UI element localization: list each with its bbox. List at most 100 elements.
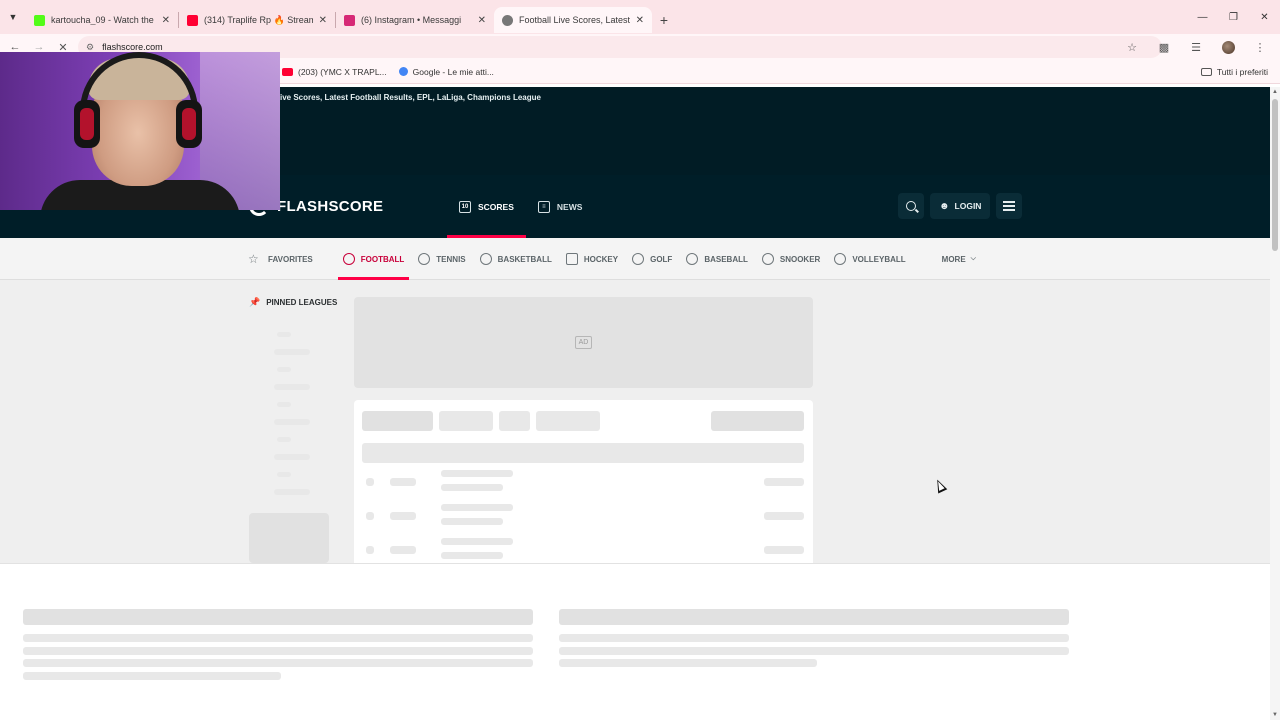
url-text: flashscore.com [102, 42, 163, 52]
skeleton-checkbox [366, 546, 374, 554]
browser-tab-flashscore[interactable]: Football Live Scores, Latest Foo ✕ [494, 7, 652, 33]
close-window-icon[interactable]: ✕ [1249, 0, 1280, 34]
bookmark-item-google[interactable]: Google - Le mie atti... [393, 62, 500, 82]
sport-label: TENNIS [436, 254, 466, 264]
header-actions: ☻ LOGIN [898, 193, 1028, 219]
restore-icon[interactable]: ❐ [1218, 0, 1249, 34]
sport-label: VOLLEYBALL [852, 254, 906, 264]
hamburger-menu-button[interactable] [996, 193, 1023, 219]
search-button[interactable] [898, 193, 924, 219]
skeleton-team [441, 484, 503, 491]
basketball-icon [479, 253, 492, 265]
scroll-up-icon[interactable]: ▲ [1272, 89, 1278, 95]
skeleton-score [764, 512, 804, 520]
bookmark-item-youtube[interactable]: (203) (YMC X TRAPL... [276, 62, 393, 82]
browser-menu-icon[interactable]: ⋮ [1244, 35, 1276, 59]
chevron-down-icon: ⌵ [970, 255, 976, 262]
sport-item-more[interactable]: MORE ⌵ [937, 238, 981, 280]
skeleton-line [23, 647, 533, 655]
new-tab-button[interactable]: + [652, 7, 676, 33]
sport-item-tennis[interactable]: TENNIS [413, 238, 470, 280]
nav-news[interactable]: ≡ NEWS [526, 175, 595, 238]
sport-item-hockey[interactable]: HOCKEY [561, 238, 623, 280]
login-label: LOGIN [954, 201, 982, 211]
sport-item-football[interactable]: FOOTBALL [337, 238, 410, 280]
ad-label: AD [574, 336, 593, 349]
tab-search-icon[interactable]: ▼ [0, 0, 26, 34]
scrollbar-thumb[interactable] [1272, 99, 1278, 251]
bookmark-star-icon[interactable]: ☆ [1116, 35, 1148, 59]
media-controls-icon[interactable]: ☰ [1180, 35, 1212, 59]
bookmark-label: (203) (YMC X TRAPL... [298, 66, 387, 77]
sport-item-snooker[interactable]: SNOOKER [757, 238, 825, 280]
browser-tabstrip: ▼ kartoucha_09 - Watch the VOD ✕ (314) T… [0, 0, 1280, 34]
close-tab-icon[interactable]: ✕ [636, 15, 644, 26]
skeleton-checkbox [366, 512, 374, 520]
sport-item-golf[interactable]: GOLF [627, 238, 677, 280]
sport-label: BASKETBALL [497, 254, 552, 264]
toolbar-actions: ☆ ▩ ☰ ⋮ [1116, 35, 1276, 59]
sport-item-volleyball[interactable]: VOLLEYBALL [829, 238, 910, 280]
skeleton-team [441, 552, 503, 559]
browser-tab-youtube[interactable]: (314) Traplife Rp 🔥 Streamers ✕ [179, 7, 335, 33]
kick-favicon-icon [34, 14, 45, 26]
tab-title: kartoucha_09 - Watch the VOD [51, 15, 156, 25]
login-button[interactable]: ☻ LOGIN [930, 193, 991, 219]
minimize-icon[interactable]: — [1187, 0, 1218, 34]
pinned-leagues-label: PINNED LEAGUES [266, 298, 338, 307]
pinned-leagues-header: 📌 PINNED LEAGUES [249, 297, 337, 308]
user-icon: ☻ [939, 200, 950, 212]
google-bookmark-icon [398, 67, 408, 76]
browser-tab-instagram[interactable]: (6) Instagram • Messaggi ✕ [336, 7, 494, 33]
nav-scores[interactable]: 10 SCORES [447, 175, 526, 238]
profile-avatar[interactable] [1212, 35, 1244, 59]
sport-label: FAVORITES [268, 254, 313, 264]
snooker-icon [761, 253, 774, 265]
avatar [1221, 40, 1235, 54]
skeleton-time [390, 478, 416, 486]
ad-slot: AD [354, 297, 813, 388]
skeleton-league-row [362, 443, 804, 463]
skeleton-tab [439, 411, 493, 431]
scoreboard-icon: 10 [459, 200, 471, 213]
skeleton-line [23, 659, 533, 667]
sport-item-baseball[interactable]: BASEBALL [681, 238, 753, 280]
skeleton-checkbox [366, 478, 374, 486]
skeleton-line [559, 647, 1069, 655]
skeleton-line [274, 454, 310, 460]
sport-item-basketball[interactable]: BASKETBALL [475, 238, 557, 280]
nav-label: NEWS [556, 201, 583, 212]
football-icon [342, 253, 355, 265]
volleyball-icon [834, 253, 847, 265]
skeleton-line [559, 634, 1069, 642]
headphone-left-cup [74, 100, 100, 148]
skeleton-heading [23, 609, 533, 625]
star-icon: ☆ [248, 252, 259, 266]
instagram-favicon-icon [344, 14, 355, 26]
skeleton-block [249, 513, 329, 563]
skeleton-line [274, 419, 310, 425]
hamburger-icon [1003, 201, 1016, 211]
skeleton-button [711, 411, 804, 431]
window-controls: — ❐ ✕ [1187, 0, 1280, 34]
scroll-down-icon[interactable]: ▼ [1272, 712, 1278, 718]
sport-item-favorites[interactable]: ☆ FAVORITES [243, 238, 318, 280]
close-tab-icon[interactable]: ✕ [162, 15, 170, 26]
site-info-icon[interactable]: ⚙ [86, 42, 94, 53]
page-scrollbar[interactable]: ▲ ▼ [1270, 87, 1280, 720]
close-tab-icon[interactable]: ✕ [319, 15, 327, 26]
all-bookmarks-folder[interactable]: Tutti i preferiti [1195, 62, 1274, 82]
baseball-icon [686, 253, 699, 265]
skeleton-tab [499, 411, 530, 431]
skeleton-score [764, 478, 804, 486]
skeleton-line [559, 659, 817, 667]
sports-menu: ☆ FAVORITES FOOTBALL TENNIS BASKETBALL H… [0, 238, 1270, 280]
flashscore-favicon-icon [502, 14, 513, 26]
close-tab-icon[interactable]: ✕ [478, 15, 486, 26]
extensions-icon[interactable]: ▩ [1148, 35, 1180, 59]
sport-label: HOCKEY [583, 254, 619, 264]
browser-tab-kick[interactable]: kartoucha_09 - Watch the VOD ✕ [26, 7, 178, 33]
tab-title: (314) Traplife Rp 🔥 Streamers [204, 14, 313, 25]
skeleton-line [277, 402, 291, 407]
pin-icon: 📌 [249, 297, 261, 307]
